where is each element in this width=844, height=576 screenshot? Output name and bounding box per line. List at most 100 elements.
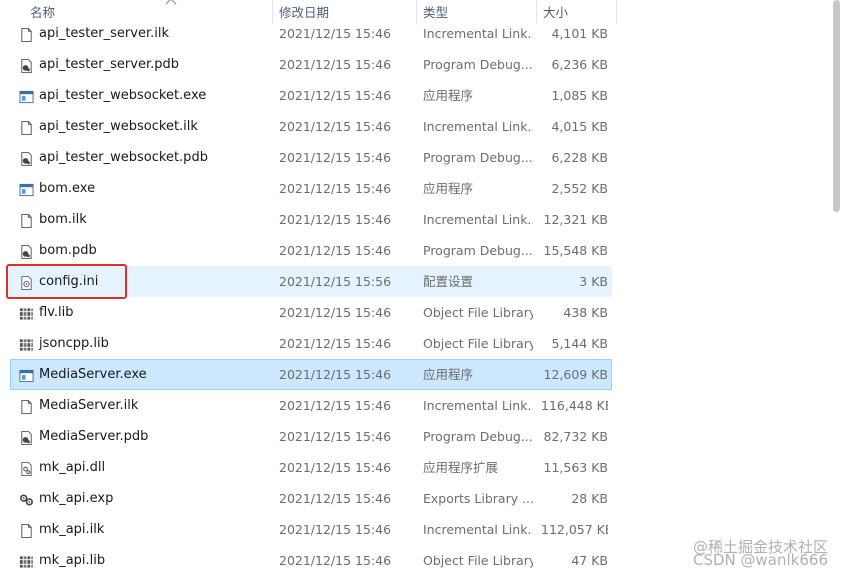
file-size-cell: 28 KB [571, 491, 608, 506]
file-date-cell: 2021/12/15 15:46 [279, 26, 392, 41]
file-row[interactable]: api_tester_websocket.pdb 2021/12/15 15:46… [0, 142, 830, 173]
file-date-cell: 2021/12/15 15:46 [279, 522, 392, 537]
file-name-label: api_tester_websocket.ilk [39, 119, 198, 134]
file-size-cell: 116,448 KB [541, 398, 608, 413]
file-name-label: bom.exe [39, 181, 96, 196]
highlight-annotation-box [6, 264, 127, 299]
pdb-file-icon [19, 428, 34, 445]
file-name-label: bom.ilk [39, 212, 87, 227]
scrollbar-thumb[interactable] [833, 0, 840, 212]
ilk-file-icon [19, 521, 34, 538]
exe-file-icon [19, 180, 34, 196]
file-date-cell: 2021/12/15 15:46 [279, 336, 392, 351]
file-name-label: jsoncpp.lib [39, 336, 109, 351]
file-type-cell: Program Debug... [423, 429, 533, 444]
file-name-label: api_tester_server.pdb [39, 57, 179, 72]
file-type-cell: 应用程序扩展 [423, 460, 499, 475]
file-size-cell: 82,732 KB [543, 429, 608, 444]
file-name-label: MediaServer.ilk [39, 398, 139, 413]
file-name-cell: api_tester_websocket.exe [19, 81, 269, 110]
file-row[interactable]: MediaServer.pdb 2021/12/15 15:46 Program D… [0, 421, 830, 452]
file-size-cell: 3 KB [579, 274, 608, 289]
file-type-cell: 配置设置 [423, 274, 474, 289]
file-name-cell: api_tester_server.pdb [19, 50, 269, 79]
file-date-cell: 2021/12/15 15:46 [279, 243, 392, 258]
file-size-cell: 47 KB [571, 553, 608, 568]
file-row[interactable]: api_tester_websocket.ilk 2021/12/15 15:46… [0, 111, 830, 142]
file-type-cell: Object File Library [423, 305, 533, 320]
file-type-cell: Incremental Link... [423, 212, 533, 227]
file-row[interactable]: flv.lib 2021/12/15 15:46 Object File Libra… [0, 297, 830, 328]
file-size-cell: 12,609 KB [543, 367, 608, 382]
file-name-cell: api_tester_websocket.pdb [19, 143, 269, 172]
file-size-cell: 5,144 KB [551, 336, 608, 351]
file-name-cell: mk_api.dll [19, 453, 269, 482]
file-type-cell: Incremental Link... [423, 522, 533, 537]
file-name-label: api_tester_websocket.exe [39, 88, 207, 103]
lib-file-icon [19, 335, 34, 351]
file-size-cell: 15,548 KB [543, 243, 608, 258]
watermark-csdn: CSDN @wanlk666 [693, 551, 828, 569]
file-name-cell: mk_api.lib [19, 546, 269, 575]
file-date-cell: 2021/12/15 15:46 [279, 429, 392, 444]
lib-file-icon [19, 304, 34, 320]
file-name-cell: bom.ilk [19, 205, 269, 234]
file-date-cell: 2021/12/15 15:46 [279, 305, 392, 320]
file-type-cell: Program Debug... [423, 150, 533, 165]
pdb-file-icon [19, 56, 34, 73]
file-name-label: mk_api.lib [39, 553, 106, 568]
file-row[interactable]: jsoncpp.lib 2021/12/15 15:46 Object File L… [0, 328, 830, 359]
file-name-cell: MediaServer.pdb [19, 422, 269, 451]
file-size-cell: 11,563 KB [543, 460, 608, 475]
file-name-cell: mk_api.exp [19, 484, 269, 513]
file-size-cell: 1,085 KB [551, 88, 608, 103]
file-name-label: bom.pdb [39, 243, 97, 258]
file-size-cell: 2,552 KB [551, 181, 608, 196]
lib-file-icon [19, 552, 34, 568]
ilk-file-icon [19, 25, 34, 42]
file-row[interactable]: mk_api.exp 2021/12/15 15:46 Exports Librar… [0, 483, 830, 514]
file-row[interactable]: bom.ilk 2021/12/15 15:46 Incremental Link.… [0, 204, 830, 235]
file-name-cell: flv.lib [19, 298, 269, 327]
file-row[interactable]: api_tester_websocket.exe 2021/12/15 15:46… [0, 80, 830, 111]
file-type-cell: 应用程序 [423, 181, 474, 196]
file-date-cell: 2021/12/15 15:46 [279, 119, 392, 134]
file-type-cell: Incremental Link... [423, 26, 533, 41]
file-date-cell: 2021/12/15 15:46 [279, 460, 392, 475]
file-type-cell: Object File Library [423, 553, 533, 568]
file-type-cell: Incremental Link... [423, 119, 533, 134]
file-name-label: MediaServer.exe [39, 367, 147, 382]
ilk-file-icon [19, 118, 34, 135]
file-name-cell: bom.exe [19, 174, 269, 203]
file-name-label: api_tester_server.ilk [39, 26, 169, 41]
file-size-cell: 4,101 KB [551, 26, 608, 41]
file-type-cell: Exports Library ... [423, 491, 533, 506]
file-type-cell: Incremental Link... [423, 398, 533, 413]
file-row[interactable]: bom.pdb 2021/12/15 15:46 Program Debug... 1… [0, 235, 830, 266]
file-name-cell: MediaServer.ilk [19, 391, 269, 420]
file-name-cell: MediaServer.exe [19, 360, 269, 389]
file-date-cell: 2021/12/15 15:46 [279, 57, 392, 72]
file-name-label: mk_api.exp [39, 491, 114, 506]
file-type-cell: Program Debug... [423, 243, 533, 258]
file-row[interactable]: MediaServer.exe 2021/12/15 15:46 应用程序 12,60… [10, 359, 612, 390]
file-row[interactable]: api_tester_server.pdb 2021/12/15 15:46 Pro… [0, 49, 830, 80]
ilk-file-icon [19, 211, 34, 228]
file-name-cell: jsoncpp.lib [19, 329, 269, 358]
file-name-cell: api_tester_websocket.ilk [19, 112, 269, 141]
file-type-cell: Program Debug... [423, 57, 533, 72]
file-name-label: mk_api.dll [39, 460, 106, 475]
dll-file-icon [19, 459, 34, 476]
file-row[interactable]: mk_api.dll 2021/12/15 15:46 应用程序扩展 11,563 K… [0, 452, 830, 483]
file-name-label: api_tester_websocket.pdb [39, 150, 208, 165]
file-type-cell: 应用程序 [423, 367, 474, 382]
vertical-scrollbar[interactable] [830, 0, 844, 576]
file-row[interactable]: MediaServer.ilk 2021/12/15 15:46 Increment… [0, 390, 830, 421]
file-row[interactable]: api_tester_server.ilk 2021/12/15 15:46 Inc… [0, 18, 830, 49]
file-row[interactable]: bom.exe 2021/12/15 15:46 应用程序 2,552 KB [0, 173, 830, 204]
file-type-cell: Object File Library [423, 336, 533, 351]
exe-file-icon [19, 366, 34, 382]
file-name-label: mk_api.ilk [39, 522, 105, 537]
file-size-cell: 4,015 KB [551, 119, 608, 134]
file-size-cell: 6,228 KB [551, 150, 608, 165]
